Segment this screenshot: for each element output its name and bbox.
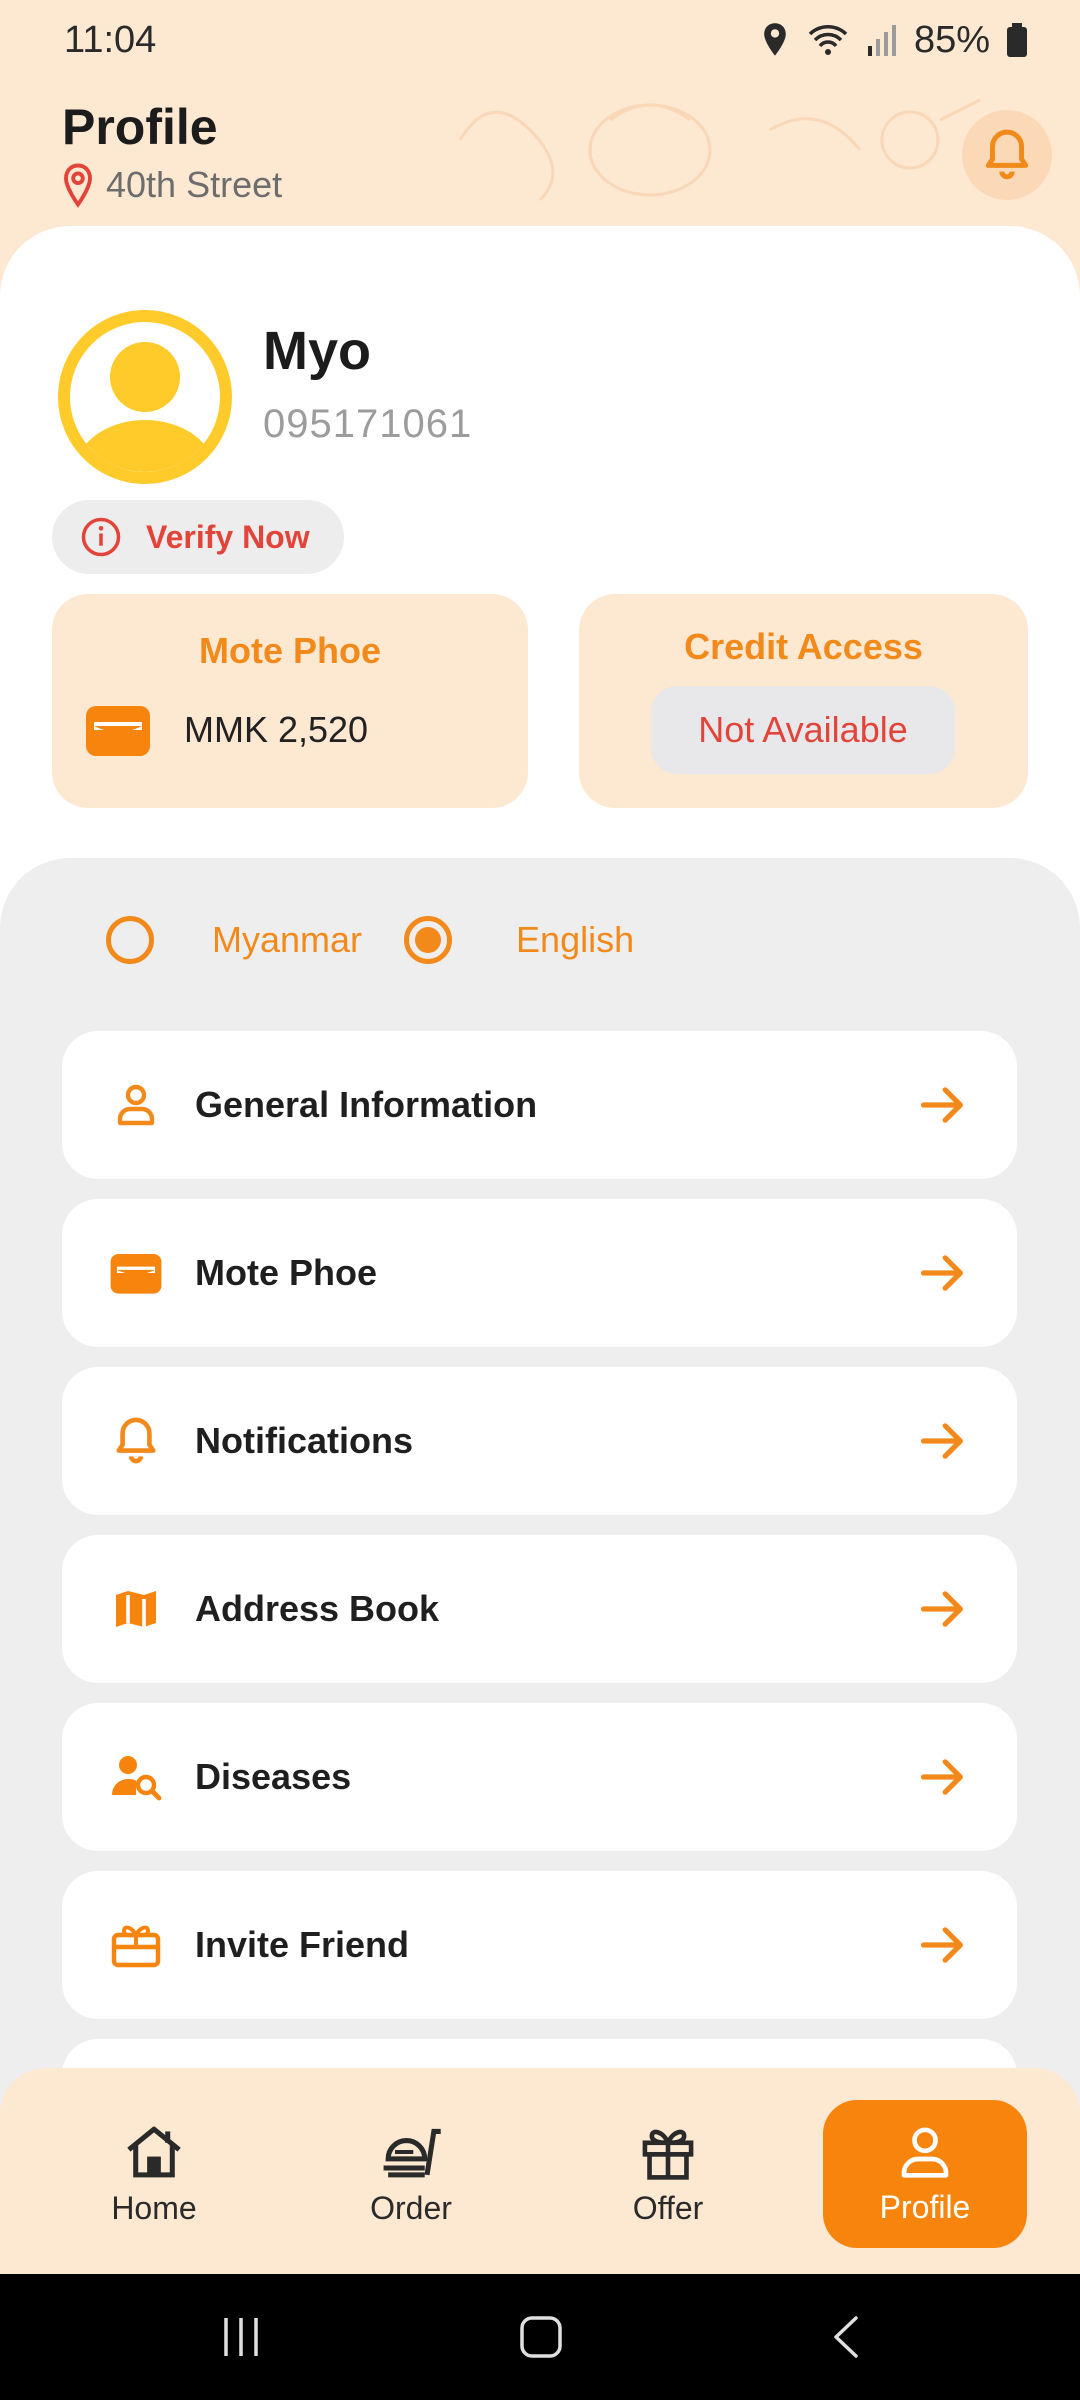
nav-home[interactable]: Home [52, 2100, 256, 2248]
menu-item-diseases[interactable]: Diseases [62, 1703, 1017, 1851]
radio-selected-dot [415, 927, 442, 953]
radio-myanmar[interactable] [106, 916, 154, 964]
nav-home-label: Home [111, 2189, 197, 2226]
user-name: Myo [263, 321, 371, 381]
status-time: 11:04 [64, 18, 157, 61]
menu-item-general-information[interactable]: General Information [62, 1031, 1017, 1179]
status-bar: 11:04 85% [0, 0, 1080, 80]
bottom-nav: Home Order Offer Profile [0, 2068, 1080, 2274]
recent-apps-icon[interactable] [216, 2314, 266, 2360]
home-system-icon[interactable] [518, 2314, 564, 2360]
avatar[interactable] [58, 310, 232, 484]
language-option-english[interactable]: English [516, 919, 634, 961]
wifi-status-icon [808, 25, 848, 55]
menu-item-label: Notifications [195, 1420, 414, 1461]
battery-icon [1007, 23, 1027, 57]
radio-english[interactable] [404, 916, 453, 964]
language-selector: Myanmar English [106, 910, 634, 970]
info-icon [81, 517, 121, 557]
location-label: 40th Street [106, 164, 283, 205]
menu-item-label: General Information [195, 1084, 538, 1125]
signal-status-icon [867, 25, 896, 56]
order-icon [383, 2128, 441, 2177]
menu-item-label: Diseases [195, 1756, 352, 1797]
menu-item-invite-friend[interactable]: Invite Friend [62, 1871, 1017, 2019]
gift-card-icon [106, 1915, 166, 1975]
credit-access-title: Credit Access [684, 626, 923, 667]
credit-access-card[interactable]: Credit Access Not Available [579, 594, 1028, 808]
location-pin-icon [64, 163, 92, 208]
gift-icon [642, 2129, 694, 2180]
language-option-myanmar[interactable]: Myanmar [212, 919, 362, 961]
nav-profile-label: Profile [879, 2188, 971, 2225]
arrow-right-icon [920, 1759, 963, 1795]
status-icons: 85% [760, 19, 1028, 62]
nav-offer-label: Offer [632, 2189, 704, 2226]
bell-icon [985, 129, 1029, 180]
avatar-person-icon [75, 342, 215, 472]
wallet-icon [106, 1243, 166, 1303]
menu-item-label: Invite Friend [195, 1924, 410, 1965]
person-icon [106, 1075, 166, 1135]
menu-item-mote-phoe[interactable]: Mote Phoe [62, 1199, 1017, 1347]
arrow-right-icon [920, 1591, 963, 1627]
location-status-icon [764, 23, 786, 56]
credit-access-status: Not Available [651, 686, 955, 774]
arrow-right-icon [920, 1255, 963, 1291]
user-phone: 095171061 [263, 402, 473, 446]
verify-now-button[interactable]: Verify Now [52, 500, 344, 574]
battery-percent: 85% [913, 18, 990, 61]
wallet-balance-row: MMK 2,520 [84, 702, 368, 758]
arrow-right-icon [920, 1087, 963, 1123]
menu-item-label: Mote Phoe [195, 1252, 378, 1293]
person-icon [901, 2127, 949, 2178]
bell-icon [106, 1411, 166, 1471]
verify-now-label: Verify Now [146, 518, 310, 555]
nav-order[interactable]: Order [309, 2100, 513, 2248]
wallet-balance: MMK 2,520 [184, 709, 369, 750]
wallet-icon [86, 706, 150, 756]
map-icon [106, 1579, 166, 1639]
location[interactable]: 40th Street [60, 162, 282, 208]
wallet-title: Mote Phoe [198, 630, 381, 671]
person-search-icon [106, 1747, 166, 1807]
page-title: Profile [62, 99, 218, 155]
menu-item-label: Address Book [195, 1588, 440, 1629]
food-illustration-decoration [458, 98, 981, 202]
arrow-right-icon [920, 1423, 963, 1459]
nav-order-label: Order [370, 2189, 452, 2226]
header: Profile 40th Street [0, 80, 1080, 240]
menu-item-notifications[interactable]: Notifications [62, 1367, 1017, 1515]
wallet-card[interactable]: Mote Phoe MMK 2,520 [52, 594, 528, 808]
nav-offer[interactable]: Offer [566, 2100, 770, 2248]
home-icon [127, 2126, 181, 2177]
arrow-right-icon [920, 1927, 963, 1963]
menu-item-address-book[interactable]: Address Book [62, 1535, 1017, 1683]
notification-button[interactable] [962, 110, 1052, 200]
back-icon[interactable] [826, 2314, 866, 2360]
nav-profile[interactable]: Profile [823, 2100, 1027, 2248]
system-nav-bar [0, 2274, 1080, 2400]
